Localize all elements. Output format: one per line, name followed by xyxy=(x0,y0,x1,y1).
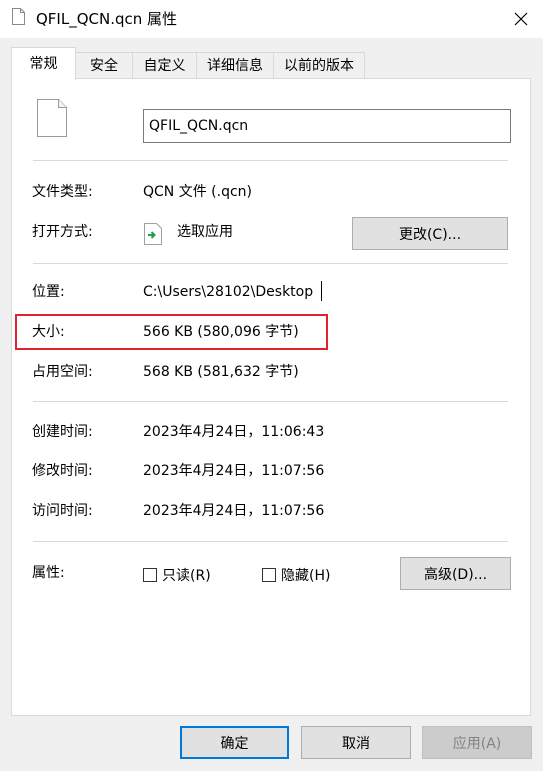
hidden-label[interactable]: 隐藏(H) xyxy=(281,566,330,586)
tab-custom[interactable]: 自定义 xyxy=(132,52,197,78)
created-label: 创建时间: xyxy=(32,424,93,440)
file-type-value: QCN 文件 (.qcn) xyxy=(143,184,252,200)
file-icon xyxy=(37,99,67,137)
text-caret xyxy=(321,281,322,301)
ok-button[interactable]: 确定 xyxy=(180,726,289,759)
close-icon xyxy=(514,12,528,26)
separator xyxy=(33,263,508,264)
apply-button[interactable]: 应用(A) xyxy=(422,726,532,759)
file-name-input[interactable] xyxy=(143,109,511,143)
readonly-label[interactable]: 只读(R) xyxy=(162,566,211,586)
tab-security[interactable]: 安全 xyxy=(75,52,133,78)
cancel-button[interactable]: 取消 xyxy=(301,726,411,759)
separator xyxy=(33,541,508,542)
size-on-disk-value: 568 KB (581,632 字节) xyxy=(143,364,299,380)
size-label: 大小: xyxy=(32,324,65,340)
location-label: 位置: xyxy=(32,284,65,300)
file-type-label: 文件类型: xyxy=(32,184,93,200)
advanced-button[interactable]: 高级(D)... xyxy=(400,557,511,590)
general-panel xyxy=(11,78,531,716)
size-on-disk-label: 占用空间: xyxy=(32,364,93,380)
created-value: 2023年4月24日，11:06:43 xyxy=(143,424,325,440)
open-with-value: 选取应用 xyxy=(177,224,233,240)
open-with-label: 打开方式: xyxy=(32,224,93,240)
modified-label: 修改时间: xyxy=(32,463,93,479)
size-value: 566 KB (580,096 字节) xyxy=(143,324,299,340)
accessed-label: 访问时间: xyxy=(32,503,93,519)
document-icon xyxy=(12,8,25,25)
tab-previous-versions[interactable]: 以前的版本 xyxy=(273,52,365,78)
change-app-button[interactable]: 更改(C)... xyxy=(352,217,508,250)
hidden-checkbox[interactable] xyxy=(262,568,276,582)
location-value[interactable]: C:\Users\28102\Desktop xyxy=(143,282,313,302)
readonly-checkbox[interactable] xyxy=(143,568,157,582)
close-button[interactable] xyxy=(506,4,536,34)
tab-details[interactable]: 详细信息 xyxy=(196,52,274,78)
attributes-label: 属性: xyxy=(32,565,65,581)
separator xyxy=(33,401,508,402)
modified-value: 2023年4月24日，11:07:56 xyxy=(143,463,325,479)
tab-general[interactable]: 常规 xyxy=(11,47,76,80)
window-title: QFIL_QCN.qcn 属性 xyxy=(36,10,178,28)
separator xyxy=(33,160,508,161)
app-icon xyxy=(144,223,162,245)
accessed-value: 2023年4月24日，11:07:56 xyxy=(143,503,325,519)
